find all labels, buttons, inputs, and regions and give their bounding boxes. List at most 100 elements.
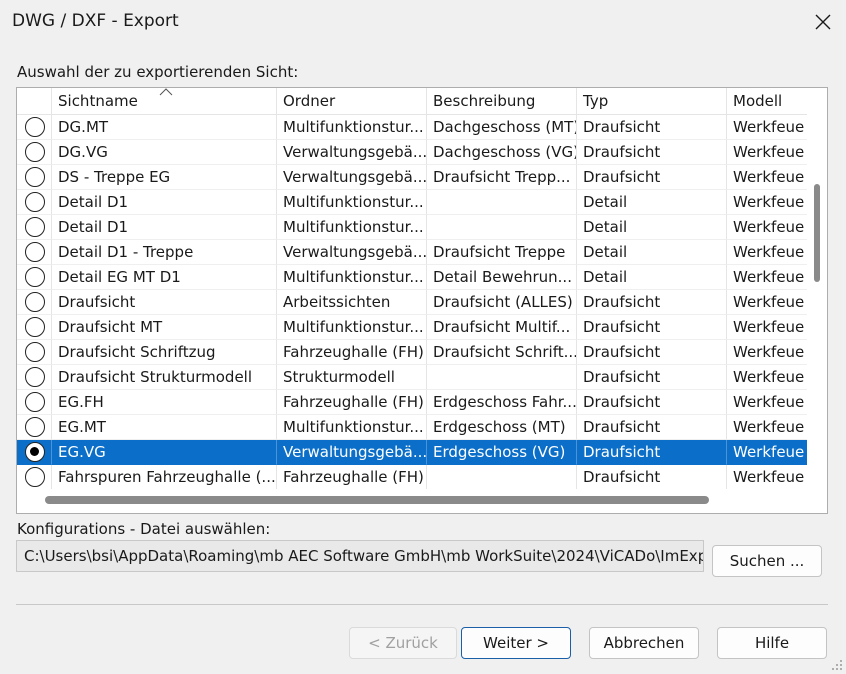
cell-folder: Verwaltungsgebä... (277, 165, 427, 190)
help-button[interactable]: Hilfe (717, 627, 827, 659)
cell-name: DG.VG (52, 140, 277, 165)
cell-name: DG.MT (52, 115, 277, 140)
cell-radio (17, 290, 52, 315)
row-radio-button[interactable] (25, 117, 45, 137)
config-file-label: Konfigurations - Datei auswählen: (17, 520, 271, 538)
cell-type: Draufsicht (577, 140, 727, 165)
horizontal-scroll-thumb[interactable] (45, 496, 709, 504)
row-radio-button[interactable] (25, 367, 45, 387)
table-row[interactable]: EG.VG Verwaltungsgebä... Erdgeschoss (VG) D… (17, 440, 807, 465)
cell-name: EG.FH (52, 390, 277, 415)
cell-model: Werkfeue (727, 140, 807, 165)
row-radio-button[interactable] (25, 217, 45, 237)
cell-radio (17, 115, 52, 140)
cell-description: Draufsicht Treppe (427, 240, 577, 265)
row-radio-button[interactable] (25, 442, 45, 462)
cell-model: Werkfeue (727, 115, 807, 140)
cell-model: Werkfeue (727, 315, 807, 340)
table-row[interactable]: EG.MT Multifunktionstur... Erdgeschoss (MT… (17, 415, 807, 440)
row-radio-button[interactable] (25, 417, 45, 437)
cell-radio (17, 140, 52, 165)
row-radio-button[interactable] (25, 142, 45, 162)
cell-radio (17, 340, 52, 365)
table-row[interactable]: DG.VG Verwaltungsgebä... Dachgeschoss (VG)… (17, 140, 807, 165)
table-row[interactable]: Draufsicht Strukturmodell Strukturmodell D… (17, 365, 807, 390)
table-row[interactable]: Draufsicht Schriftzug Fahrzeughalle (FH) D… (17, 340, 807, 365)
cell-description: Draufsicht Schrift... (427, 340, 577, 365)
header-ordner[interactable]: Ordner (277, 88, 427, 115)
browse-button[interactable]: Suchen ... (712, 545, 822, 577)
cell-name: EG.MT (52, 415, 277, 440)
cell-model: Werkfeue (727, 240, 807, 265)
horizontal-scrollbar[interactable] (17, 489, 827, 513)
table-row[interactable]: DS - Treppe EG Verwaltungsgebä... Draufsic… (17, 165, 807, 190)
table-row[interactable]: Detail D1 - Treppe Verwaltungsgebä... Drau… (17, 240, 807, 265)
row-radio-button[interactable] (25, 192, 45, 212)
list-header: Sichtname Ordner Beschreibung Typ Modell (17, 88, 807, 115)
cell-folder: Verwaltungsgebä... (277, 140, 427, 165)
cell-folder: Multifunktionstur... (277, 315, 427, 340)
header-typ[interactable]: Typ (577, 88, 727, 115)
cell-description: Erdgeschoss (MT) (427, 415, 577, 440)
cell-type: Detail (577, 240, 727, 265)
cell-folder: Multifunktionstur... (277, 215, 427, 240)
cell-folder: Multifunktionstur... (277, 190, 427, 215)
table-row[interactable]: Detail D1 Multifunktionstur... Detail Werkf… (17, 190, 807, 215)
cell-model: Werkfeue (727, 365, 807, 390)
cell-type: Draufsicht (577, 440, 727, 465)
view-list[interactable]: Sichtname Ordner Beschreibung Typ Modell… (16, 87, 828, 514)
row-radio-button[interactable] (25, 267, 45, 287)
vertical-scroll-thumb[interactable] (814, 184, 820, 282)
cell-radio (17, 265, 52, 290)
cell-description: Erdgeschoss Fahr... (427, 390, 577, 415)
cell-model: Werkfeue (727, 465, 807, 490)
header-modell[interactable]: Modell (727, 88, 807, 115)
resize-grip-icon[interactable] (831, 659, 843, 671)
cell-folder: Multifunktionstur... (277, 115, 427, 140)
cell-description: Draufsicht (ALLES) (427, 290, 577, 315)
header-beschreibung[interactable]: Beschreibung (427, 88, 577, 115)
cell-folder: Verwaltungsgebä... (277, 240, 427, 265)
cell-folder: Arbeitssichten (277, 290, 427, 315)
next-button[interactable]: Weiter > (461, 627, 571, 659)
cell-radio (17, 315, 52, 340)
cell-description: Detail Bewehrun... (427, 265, 577, 290)
cell-name: EG.VG (52, 440, 277, 465)
cell-folder: Strukturmodell (277, 365, 427, 390)
separator (16, 604, 828, 605)
cell-name: Draufsicht Schriftzug (52, 340, 277, 365)
row-radio-button[interactable] (25, 342, 45, 362)
cell-type: Draufsicht (577, 340, 727, 365)
table-row[interactable]: DG.MT Multifunktionstur... Dachgeschoss (M… (17, 115, 807, 140)
cell-model: Werkfeue (727, 215, 807, 240)
table-row[interactable]: Draufsicht Arbeitssichten Draufsicht (ALLE… (17, 290, 807, 315)
cell-type: Draufsicht (577, 365, 727, 390)
view-selection-label: Auswahl der zu exportierenden Sicht: (17, 63, 299, 81)
cell-description: Draufsicht Multif... (427, 315, 577, 340)
close-icon (815, 14, 831, 30)
config-path-field[interactable]: C:\Users\bsi\AppData\Roaming\mb AEC Soft… (16, 540, 704, 572)
table-row[interactable]: Detail EG MT D1 Multifunktionstur... Detai… (17, 265, 807, 290)
cell-description (427, 465, 577, 490)
cell-name: Fahrspuren Fahrzeughalle (... (52, 465, 277, 490)
row-radio-button[interactable] (25, 317, 45, 337)
cell-name: Detail D1 - Treppe (52, 240, 277, 265)
row-radio-button[interactable] (25, 467, 45, 487)
back-button[interactable]: < Zurück (349, 627, 457, 659)
table-row[interactable]: Draufsicht MT Multifunktionstur... Draufsi… (17, 315, 807, 340)
row-radio-button[interactable] (25, 242, 45, 262)
table-row[interactable]: Detail D1 Multifunktionstur... Detail Werkf… (17, 215, 807, 240)
cell-radio (17, 165, 52, 190)
row-radio-button[interactable] (25, 167, 45, 187)
cancel-button[interactable]: Abbrechen (589, 627, 699, 659)
table-row[interactable]: Fahrspuren Fahrzeughalle (... Fahrzeughal… (17, 465, 807, 490)
close-button[interactable] (800, 0, 846, 44)
row-radio-button[interactable] (25, 392, 45, 412)
vertical-scrollbar[interactable] (807, 88, 827, 495)
cell-model: Werkfeue (727, 265, 807, 290)
table-row[interactable]: EG.FH Fahrzeughalle (FH) Erdgeschoss Fahr.… (17, 390, 807, 415)
row-radio-button[interactable] (25, 292, 45, 312)
header-radio-column (17, 88, 52, 115)
cell-radio (17, 440, 52, 465)
cell-folder: Verwaltungsgebä... (277, 440, 427, 465)
